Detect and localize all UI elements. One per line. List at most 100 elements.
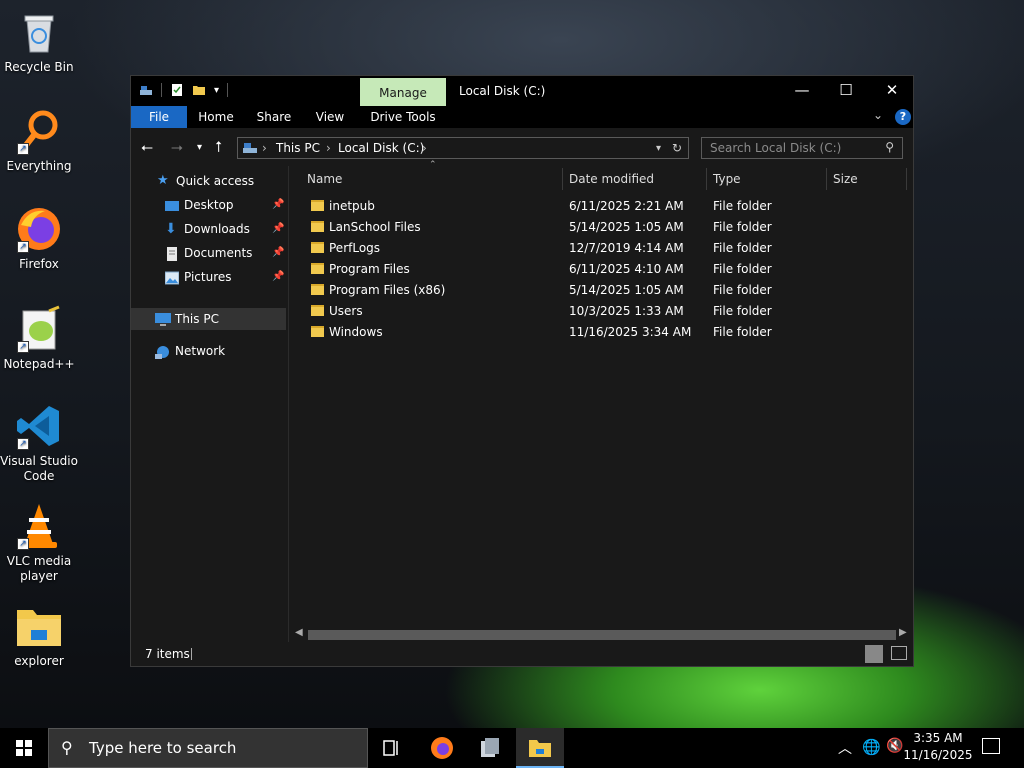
tab-view[interactable]: View [307,106,353,128]
nav-documents[interactable]: Documents 📌 [131,242,286,264]
network-globe-icon[interactable]: 🌐 [862,738,881,756]
shortcut-arrow-icon: ↗ [17,538,29,550]
new-folder-icon[interactable] [192,83,206,97]
column-header-type[interactable]: Type [707,168,827,190]
desktop-icon-explorer[interactable]: explorer [0,602,78,668]
pin-icon: 📌 [272,199,285,210]
back-button[interactable]: ⭠ [141,138,153,156]
task-view-button[interactable] [368,728,416,768]
tab-share[interactable]: Share [247,106,301,128]
file-row[interactable]: Program Files 6/11/2025 4:10 AM File folde… [305,259,905,280]
taskbar-file-explorer[interactable] [516,728,564,768]
breadcrumb-this-pc[interactable]: This PC [276,141,320,155]
desktop-icon-notepadpp[interactable]: ↗ Notepad++ [0,305,78,371]
desktop-icon-everything[interactable]: ↗ Everything [0,107,78,173]
file-row[interactable]: Program Files (x86) 5/14/2025 1:05 AM File… [305,280,905,301]
expand-ribbon-icon[interactable]: ⌄ [873,108,883,122]
scrollbar-thumb[interactable] [308,630,896,640]
document-icon [165,246,179,261]
task-view-icon [383,740,398,756]
taskbar: ⚲ Type here to search ︿ 🌐 🔇 3:35 AM 11/1… [0,728,1024,768]
search-box[interactable]: Search Local Disk (C:) ⚲ [701,137,903,159]
column-header-name[interactable]: Name [301,168,563,190]
manage-context-tab[interactable]: Manage [360,78,446,106]
everything-search-icon: ↗ [15,107,63,155]
minimize-button[interactable]: — [779,76,825,106]
scroll-left-icon[interactable]: ◀ [295,627,303,638]
desktop-icon-recycle-bin[interactable]: Recycle Bin [0,8,78,74]
file-row[interactable]: PerfLogs 12/7/2019 4:14 AM File folder [305,238,905,259]
address-dropdown-icon[interactable]: ▾ [656,143,661,154]
shortcut-arrow-icon: ↗ [17,241,29,253]
show-hidden-icons-icon[interactable]: ︿ [838,738,852,758]
ribbon-tabs: File Home Share View Drive Tools ⌄ ? [131,106,913,128]
download-arrow-icon: ⬇ [165,221,177,237]
tab-drive-tools[interactable]: Drive Tools [360,106,446,128]
large-icons-view-button[interactable] [891,646,907,660]
desktop-icon-vscode[interactable]: ↗ Visual Studio Code [0,402,78,484]
scroll-right-icon[interactable]: ▶ [899,627,907,638]
customize-toolbar-icon[interactable]: ▾ [214,85,219,96]
nav-desktop[interactable]: Desktop 📌 [131,194,286,216]
search-icon: ⚲ [885,140,894,154]
recent-locations-button[interactable]: ▾ [197,142,202,153]
file-explorer-window[interactable]: ▾ Manage Local Disk (C:) — ☐ ✕ File Home… [130,75,914,667]
drive-location-icon [242,141,258,158]
breadcrumb-local-disk[interactable]: Local Disk (C:) [338,141,424,155]
taskbar-search-placeholder: Type here to search [89,739,237,757]
forward-button[interactable]: ⭢ [171,138,183,156]
file-row[interactable]: LanSchool Files 5/14/2025 1:05 AM File fol… [305,217,905,238]
desktop-icon-vlc[interactable]: ↗ VLC media player [0,502,78,584]
close-button[interactable]: ✕ [869,76,915,106]
file-row[interactable]: Windows 11/16/2025 3:34 AM File folder [305,322,905,343]
desktop-icon-label: VLC media player [6,554,72,583]
navigation-pane: ★ Quick access Desktop 📌 ⬇ Downloads 📌 D… [131,166,289,642]
pin-icon: 📌 [272,247,285,258]
network-icon [155,344,169,359]
folder-icon [311,200,324,211]
refresh-icon[interactable]: ↻ [672,141,682,155]
shortcut-arrow-icon: ↗ [17,143,29,155]
help-button[interactable]: ? [895,109,911,125]
clock-date: 11/16/2025 [903,748,973,762]
status-bar: 7 items [131,642,913,666]
item-count: 7 items [145,647,190,661]
server-manager-icon [481,738,499,757]
nav-quick-access[interactable]: ★ Quick access [131,170,286,192]
tab-home[interactable]: Home [191,106,241,128]
nav-network[interactable]: Network [131,340,286,362]
details-view-button[interactable] [865,645,883,663]
taskbar-app[interactable] [466,728,514,768]
file-row[interactable]: inetpub 6/11/2025 2:21 AM File folder [305,196,905,217]
nav-downloads[interactable]: ⬇ Downloads 📌 [131,218,286,240]
taskbar-firefox[interactable] [418,728,466,768]
nav-this-pc[interactable]: This PC [131,308,286,330]
drive-icon[interactable] [139,83,153,97]
up-button[interactable]: ⭡ [215,138,222,156]
desktop-icon-label: Firefox [19,257,59,271]
tab-file[interactable]: File [131,106,187,128]
windows-logo-icon [16,740,32,756]
start-button[interactable] [0,728,48,768]
pin-icon: 📌 [272,223,285,234]
column-header-date-modified[interactable]: Date modified [563,168,707,190]
title-bar[interactable]: ▾ Manage Local Disk (C:) — ☐ ✕ [131,76,913,106]
nav-pictures[interactable]: Pictures 📌 [131,266,286,288]
star-icon: ★ [157,173,169,188]
maximize-button[interactable]: ☐ [823,76,869,106]
breadcrumb-separator: › [326,141,331,155]
desktop-icon-label: Everything [6,159,72,173]
taskbar-search-box[interactable]: ⚲ Type here to search [48,728,368,768]
folder-icon [311,326,324,337]
folder-icon [311,305,324,316]
system-clock[interactable]: 3:35 AM 11/16/2025 [898,730,978,764]
file-row[interactable]: Users 10/3/2025 1:33 AM File folder [305,301,905,322]
window-title: Local Disk (C:) [459,84,546,98]
toolbar-divider [161,83,162,97]
column-header-size[interactable]: Size [827,168,907,190]
navigation-bar: ⭠ ⭢ ▾ ⭡ › This PC › Local Disk (C:) › ▾ … [131,128,913,166]
address-bar[interactable]: › This PC › Local Disk (C:) › ▾ ↻ [237,137,689,159]
notification-center-icon[interactable] [982,738,1000,754]
desktop-icon-firefox[interactable]: ↗ Firefox [0,205,78,271]
properties-icon[interactable] [170,83,184,97]
